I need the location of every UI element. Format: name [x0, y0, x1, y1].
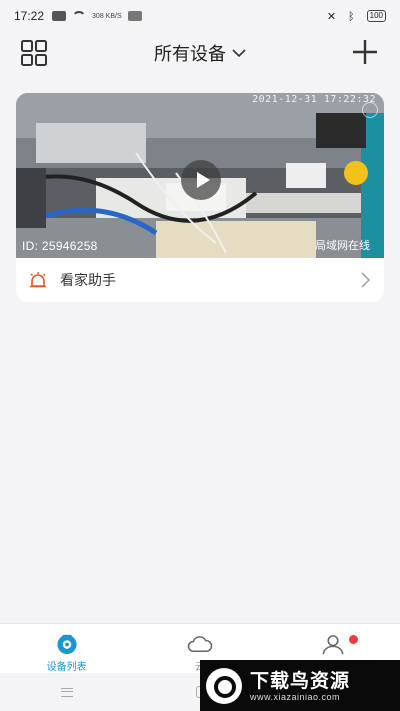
status-bar: 17:22 308 KB/S ✕ ᛒ 100 [0, 0, 400, 32]
grid-view-button[interactable] [20, 39, 48, 67]
net-speed: 308 KB/S [92, 13, 122, 20]
net-speed-text: 308 KB/S [92, 12, 122, 20]
watermark-title: 下载鸟资源 [250, 669, 351, 692]
cloud-icon [187, 636, 213, 652]
chevron-down-icon [232, 49, 246, 58]
status-time: 17:22 [14, 9, 45, 23]
camera-icon [57, 634, 77, 655]
menu-icon[interactable] [61, 687, 74, 697]
chevron-right-icon [361, 272, 370, 288]
watermark-logo-icon [206, 667, 242, 704]
device-card: 2021-12-31 17:22:32 ID: 25946258 局域网在线 看… [16, 93, 384, 302]
user-icon [322, 635, 344, 655]
page-title: 所有设备 [154, 44, 226, 65]
wifi-icon [72, 11, 87, 21]
bluetooth-icon: ᛒ [348, 9, 355, 23]
video-timestamp: 2021-12-31 17:22:32 [252, 94, 376, 105]
notification-dot [349, 635, 359, 644]
grid-icon [21, 40, 47, 66]
tab-device-list[interactable]: 设备列表 [0, 624, 133, 673]
notification-icon [52, 11, 67, 21]
play-button[interactable] [181, 160, 221, 200]
battery-indicator: 100 [366, 10, 386, 22]
tab-label: 设备列表 [46, 662, 87, 673]
alarm-icon [30, 272, 46, 288]
watermark-url: www.xiazainiao.com [250, 691, 341, 702]
add-device-button[interactable] [350, 37, 380, 67]
app-notification-icon [127, 11, 142, 21]
camera-preview[interactable]: 2021-12-31 17:22:32 ID: 25946258 局域网在线 [16, 93, 384, 258]
status-badge: 局域网在线 [315, 239, 370, 252]
home-assistant-row[interactable]: 看家助手 [16, 258, 384, 302]
watermark-banner: 下载鸟资源 www.xiazainiao.com [200, 660, 400, 711]
vibrate-icon: ✕ [326, 9, 337, 23]
camera-overlay-icon [362, 102, 378, 118]
watermark-text: 下载鸟资源 www.xiazainiao.com [250, 670, 350, 702]
app-header: 所有设备 [0, 32, 400, 74]
plus-icon [353, 40, 377, 64]
device-filter-dropdown[interactable]: 所有设备 [154, 40, 246, 66]
home-assistant-label: 看家助手 [60, 273, 116, 289]
device-id: ID: 25946258 [22, 239, 98, 253]
